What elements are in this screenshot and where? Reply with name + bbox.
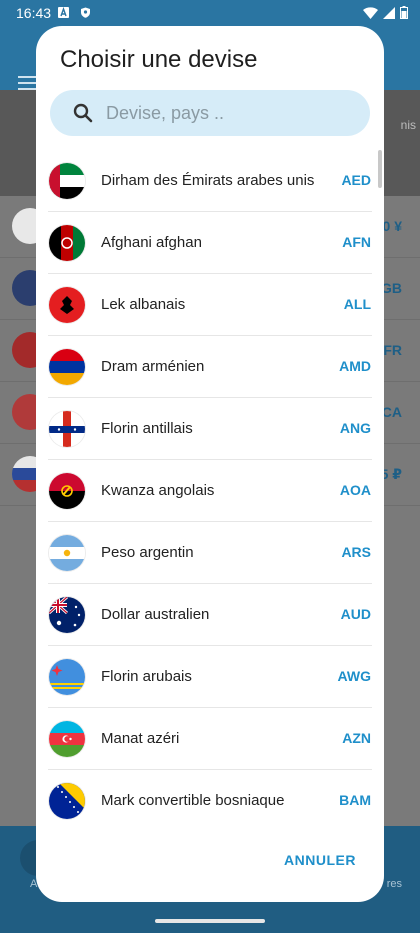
- currency-item-azn[interactable]: Manat azéri AZN: [48, 708, 372, 770]
- currency-item-aud[interactable]: Dollar australien AUD: [48, 584, 372, 646]
- battery-icon: [400, 6, 408, 19]
- currency-list[interactable]: Dirham des Émirats arabes unis AED Afgha…: [36, 150, 384, 830]
- notification-a-icon: [58, 7, 69, 18]
- status-icons: [363, 6, 408, 19]
- currency-picker-dialog: Choisir une devise Dirham des Émirats ar…: [36, 26, 384, 902]
- wifi-icon: [363, 6, 378, 19]
- australia-flag-icon: [49, 597, 85, 633]
- currency-name: Lek albanais: [101, 296, 186, 313]
- dialog-title: Choisir une devise: [60, 46, 258, 73]
- currency-item-aed[interactable]: Dirham des Émirats arabes unis AED: [48, 150, 372, 212]
- currency-item-ang[interactable]: Florin antillais ANG: [48, 398, 372, 460]
- bosnia-flag-icon: [49, 783, 85, 819]
- currency-code: AWG: [337, 668, 371, 684]
- search-bar[interactable]: [50, 90, 370, 136]
- background-row-value: FR: [383, 342, 402, 358]
- currency-name: Florin arubais: [101, 668, 192, 685]
- list-scrollbar[interactable]: [378, 150, 382, 188]
- currency-name: Peso argentin: [101, 544, 194, 561]
- currency-code: ARS: [341, 544, 371, 560]
- currency-code: ALL: [343, 296, 371, 312]
- currency-item-aoa[interactable]: Kwanza angolais AOA: [48, 460, 372, 522]
- background-banner-text: nis: [400, 118, 416, 132]
- armenia-flag-icon: [49, 349, 85, 385]
- netherlands-antilles-flag-icon: [49, 411, 85, 447]
- currency-item-all[interactable]: Lek albanais ALL: [48, 274, 372, 336]
- argentina-flag-icon: [49, 535, 85, 571]
- currency-item-afn[interactable]: Afghani afghan AFN: [48, 212, 372, 274]
- aruba-flag-icon: [49, 659, 85, 695]
- background-row-value: GB: [381, 280, 402, 296]
- currency-name: Mark convertible bosniaque: [101, 792, 285, 809]
- currency-code: BAM: [339, 792, 371, 808]
- currency-item-ars[interactable]: Peso argentin ARS: [48, 522, 372, 584]
- currency-name: Florin antillais: [101, 420, 193, 437]
- currency-code: AUD: [340, 606, 371, 622]
- currency-name: Dram arménien: [101, 358, 205, 375]
- menu-icon: [18, 76, 36, 90]
- albania-flag-icon: [49, 287, 85, 323]
- status-time: 16:43: [16, 5, 52, 21]
- afghanistan-flag-icon: [49, 225, 85, 261]
- currency-name: Dollar australien: [101, 606, 210, 623]
- angola-flag-icon: [49, 473, 85, 509]
- currency-code: AFN: [342, 234, 371, 250]
- cancel-button[interactable]: ANNULER: [284, 852, 356, 868]
- currency-code: AOA: [339, 482, 371, 498]
- currency-code: AED: [341, 172, 371, 188]
- background-row-value: 0 ¥: [382, 218, 402, 234]
- background-bottom-right-label: res: [386, 878, 402, 890]
- azerbaijan-flag-icon: [49, 721, 85, 757]
- currency-item-awg[interactable]: Florin arubais AWG: [48, 646, 372, 708]
- search-icon: [73, 103, 93, 123]
- currency-code: AMD: [339, 358, 371, 374]
- search-input[interactable]: [106, 90, 356, 136]
- currency-code: ANG: [339, 420, 371, 436]
- background-row-value: CA: [381, 404, 402, 420]
- shield-icon: [81, 7, 90, 18]
- currency-item-bam[interactable]: Mark convertible bosniaque BAM: [48, 770, 372, 830]
- uae-flag-icon: [49, 163, 85, 199]
- currency-name: Afghani afghan: [101, 234, 202, 251]
- currency-name: Manat azéri: [101, 730, 180, 747]
- currency-item-amd[interactable]: Dram arménien AMD: [48, 336, 372, 398]
- navigation-handle[interactable]: [155, 919, 265, 923]
- currency-name: Dirham des Émirats arabes unis: [101, 172, 315, 189]
- currency-code: AZN: [342, 730, 371, 746]
- signal-icon: [383, 6, 395, 19]
- currency-name: Kwanza angolais: [101, 482, 215, 499]
